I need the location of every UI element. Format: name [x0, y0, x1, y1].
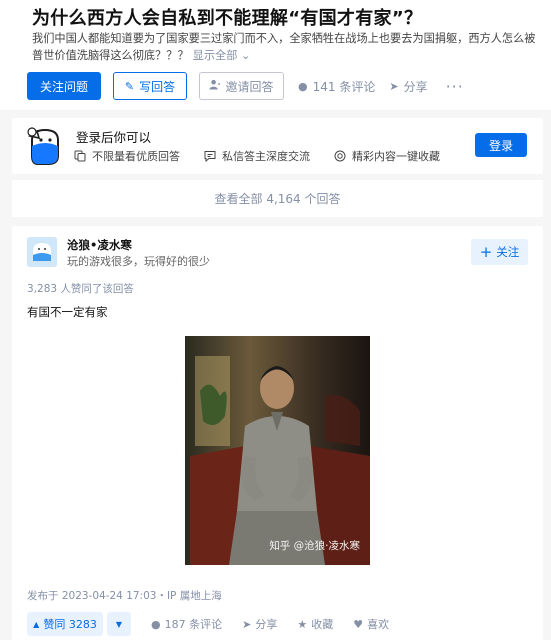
plus-icon: + [479, 242, 493, 261]
image-watermark: 知乎 @沧狼·凌水寒 [269, 540, 360, 552]
answer-share-label: 分享 [255, 618, 278, 631]
upvote-label: 赞同 3283 [43, 618, 97, 631]
heart-icon: ♥ [353, 617, 364, 631]
answer-comments-label: 187 条评论 [164, 618, 223, 631]
favorite-label: 收藏 [311, 618, 334, 631]
portrait-image [185, 336, 370, 565]
chevron-down-icon: ⌄ [240, 49, 251, 62]
answer-comments-button[interactable]: ● 187 条评论 [151, 616, 222, 632]
answer-actions: ▲ 赞同 3283 ▼ ● 187 条评论 ➤ 分享 ★ 收藏 ♥ 喜欢 [27, 612, 389, 636]
upvote-button[interactable]: ▲ 赞同 3283 [27, 612, 103, 636]
triangle-down-icon: ▼ [115, 619, 123, 629]
login-prompt-title: 登录后你可以 [76, 130, 152, 145]
login-prompt-card: 登录后你可以 不限量看优质回答 私信答主深度交流 精彩内容一键收藏 登录 [12, 118, 543, 174]
follow-author-button[interactable]: + 关注 [471, 239, 528, 265]
publish-time[interactable]: 发布于 2023-04-24 17:03・IP 属地上海 [27, 588, 222, 603]
like-button[interactable]: ♥ 喜欢 [353, 616, 389, 632]
answer-content: 有国不一定有家 [27, 305, 108, 319]
write-answer-label: 写回答 [139, 79, 176, 94]
question-title[interactable]: 为什么西方人会自私到不能理解“有国才有家”？ [32, 4, 422, 30]
feature-one-click-favorite: 精彩内容一键收藏 [334, 148, 440, 164]
star-icon: ★ [297, 617, 308, 631]
login-features: 不限量看优质回答 私信答主深度交流 精彩内容一键收藏 [74, 148, 464, 164]
write-answer-button[interactable]: ✎ 写回答 [113, 72, 187, 100]
follow-question-button[interactable]: 关注问题 [27, 72, 101, 100]
answer-card: 沧狼•凌水寒 玩的游戏很多，玩得好的很少 + 关注 3,283 人赞同了该回答 … [12, 226, 543, 640]
answer-photo[interactable]: 知乎 @沧狼·凌水寒 [185, 336, 370, 565]
feature-private-message: 私信答主深度交流 [204, 148, 310, 164]
share-icon: ➤ [242, 617, 252, 631]
like-label: 喜欢 [367, 618, 390, 631]
question-share-button[interactable]: ➤ 分享 [389, 78, 427, 95]
downvote-button[interactable]: ▼ [107, 612, 131, 636]
invite-answer-label: 邀请回答 [225, 79, 274, 94]
question-description-text: 我们中国人都能知道要为了国家要三过家门而不入，全家牺牲在战场上也要去为国捐躯，西… [32, 32, 536, 62]
feature-label: 精彩内容一键收藏 [352, 150, 440, 163]
show-all-link[interactable]: 显示全部 ⌄ [193, 49, 251, 62]
more-options-button[interactable]: ··· [446, 77, 464, 96]
view-all-answers-link[interactable]: 查看全部 4,164 个回答 [12, 180, 543, 217]
question-share-label: 分享 [403, 79, 428, 94]
follow-author-label: 关注 [496, 245, 520, 259]
author-name[interactable]: 沧狼•凌水寒 [67, 237, 132, 253]
question-comments-button[interactable]: ● 141 条评论 [298, 78, 375, 95]
author-bio: 玩的游戏很多，玩得好的很少 [67, 255, 210, 268]
voters-count[interactable]: 3,283 人赞同了该回答 [27, 281, 134, 296]
share-icon: ➤ [389, 79, 399, 93]
question-actions: 关注问题 ✎ 写回答 邀请回答 ● 141 条评论 ➤ 分享 ··· [27, 72, 464, 100]
comment-icon: ● [151, 617, 161, 631]
feature-label: 不限量看优质回答 [92, 150, 180, 163]
message-icon [204, 150, 216, 163]
pencil-icon: ✎ [124, 79, 135, 93]
show-all-label: 显示全部 [192, 49, 238, 62]
invite-user-icon [209, 79, 221, 93]
question-description: 我们中国人都能知道要为了国家要三过家门而不入，全家牺牲在战场上也要去为国捐躯，西… [32, 30, 544, 64]
comment-icon: ● [298, 79, 308, 93]
question-header: 为什么西方人会自私到不能理解“有国才有家”？ 我们中国人都能知道要为了国家要三过… [0, 0, 551, 110]
zhihu-mascot-icon [26, 126, 64, 168]
triangle-up-icon: ▲ [33, 619, 40, 629]
badge-icon [334, 150, 346, 162]
favorite-button[interactable]: ★ 收藏 [297, 616, 333, 632]
feature-unlimited-answers: 不限量看优质回答 [74, 148, 180, 164]
copy-icon [74, 150, 86, 162]
avatar[interactable] [27, 237, 57, 267]
invite-answer-button[interactable]: 邀请回答 [199, 72, 284, 100]
answer-share-button[interactable]: ➤ 分享 [242, 616, 277, 632]
feature-label: 私信答主深度交流 [222, 150, 310, 163]
question-comments-label: 141 条评论 [312, 79, 376, 94]
login-button[interactable]: 登录 [475, 133, 527, 157]
